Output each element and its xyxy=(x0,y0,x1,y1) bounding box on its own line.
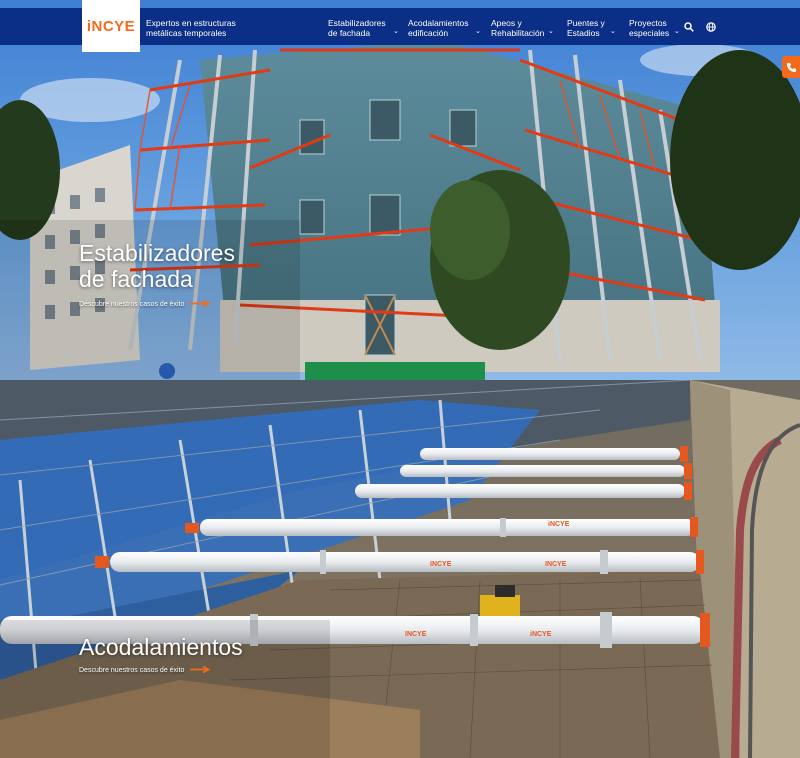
chevron-down-icon: ⌄ xyxy=(610,28,616,35)
tagline: Expertos en estructuras metálicas tempor… xyxy=(146,18,236,38)
chevron-down-icon: ⌄ xyxy=(548,28,554,35)
panel-title-facade: Estabilizadores de fachada xyxy=(79,240,235,292)
struts-photo: iNCYE INCYE INCYE iNCYE INCYE xyxy=(0,380,800,758)
panel-title-struts: Acodalamientos xyxy=(79,634,243,660)
nav-item-label: Estabilizadores de fachada xyxy=(328,18,386,38)
nav-item-label: Puentes y Estadios xyxy=(567,18,605,38)
chevron-down-icon: ⌄ xyxy=(674,28,680,35)
panel-link-facade[interactable]: Descubre nuestros casos de éxito xyxy=(79,299,211,309)
top-nav-bar: iNCYE Expertos en estructuras metálicas … xyxy=(0,0,800,52)
nav-item-acodalamientos[interactable]: Acodalamientos edificación ⌄ xyxy=(408,18,491,38)
arrow-right-icon xyxy=(190,665,211,675)
panel-link-struts[interactable]: Descubre nuestros casos de éxito xyxy=(79,665,211,675)
phone-icon xyxy=(786,62,796,72)
strut-label: INCYE xyxy=(405,631,427,638)
search-icon[interactable] xyxy=(683,21,695,33)
chevron-down-icon: ⌄ xyxy=(475,28,481,35)
nav-item-proyectos[interactable]: Proyectos especiales ⌄ xyxy=(629,18,685,38)
globe-icon[interactable] xyxy=(705,21,717,33)
strut-label: INCYE xyxy=(545,561,567,568)
nav-item-apeos[interactable]: Apeos y Rehabilitación ⌄ xyxy=(491,18,567,38)
strut-label: iNCYE xyxy=(548,521,570,528)
nav-item-puentes[interactable]: Puentes y Estadios ⌄ xyxy=(567,18,629,38)
chevron-down-icon: ⌄ xyxy=(393,28,399,35)
arrow-right-icon xyxy=(190,299,211,309)
strut-label: INCYE xyxy=(430,561,452,568)
logo[interactable]: iNCYE xyxy=(82,0,140,52)
facade-photo xyxy=(0,0,800,380)
panel-link-label: Descubre nuestros casos de éxito xyxy=(79,667,185,674)
logo-text: iNCYE xyxy=(86,17,136,35)
nav-item-label: Proyectos especiales xyxy=(629,18,670,38)
strut-label: iNCYE xyxy=(530,631,552,638)
hero-panel-struts[interactable]: iNCYE INCYE INCYE iNCYE INCYE xyxy=(0,380,800,758)
nav-item-estabilizadores[interactable]: Estabilizadores de fachada ⌄ xyxy=(328,18,408,38)
main-nav: Estabilizadores de fachada ⌄ Acodalamien… xyxy=(328,18,685,38)
phone-button[interactable] xyxy=(782,56,800,78)
nav-item-label: Apeos y Rehabilitación xyxy=(491,18,545,38)
nav-item-label: Acodalamientos edificación xyxy=(408,18,469,38)
panel-link-label: Descubre nuestros casos de éxito xyxy=(79,301,185,308)
hero-panel-facade[interactable] xyxy=(0,0,800,380)
